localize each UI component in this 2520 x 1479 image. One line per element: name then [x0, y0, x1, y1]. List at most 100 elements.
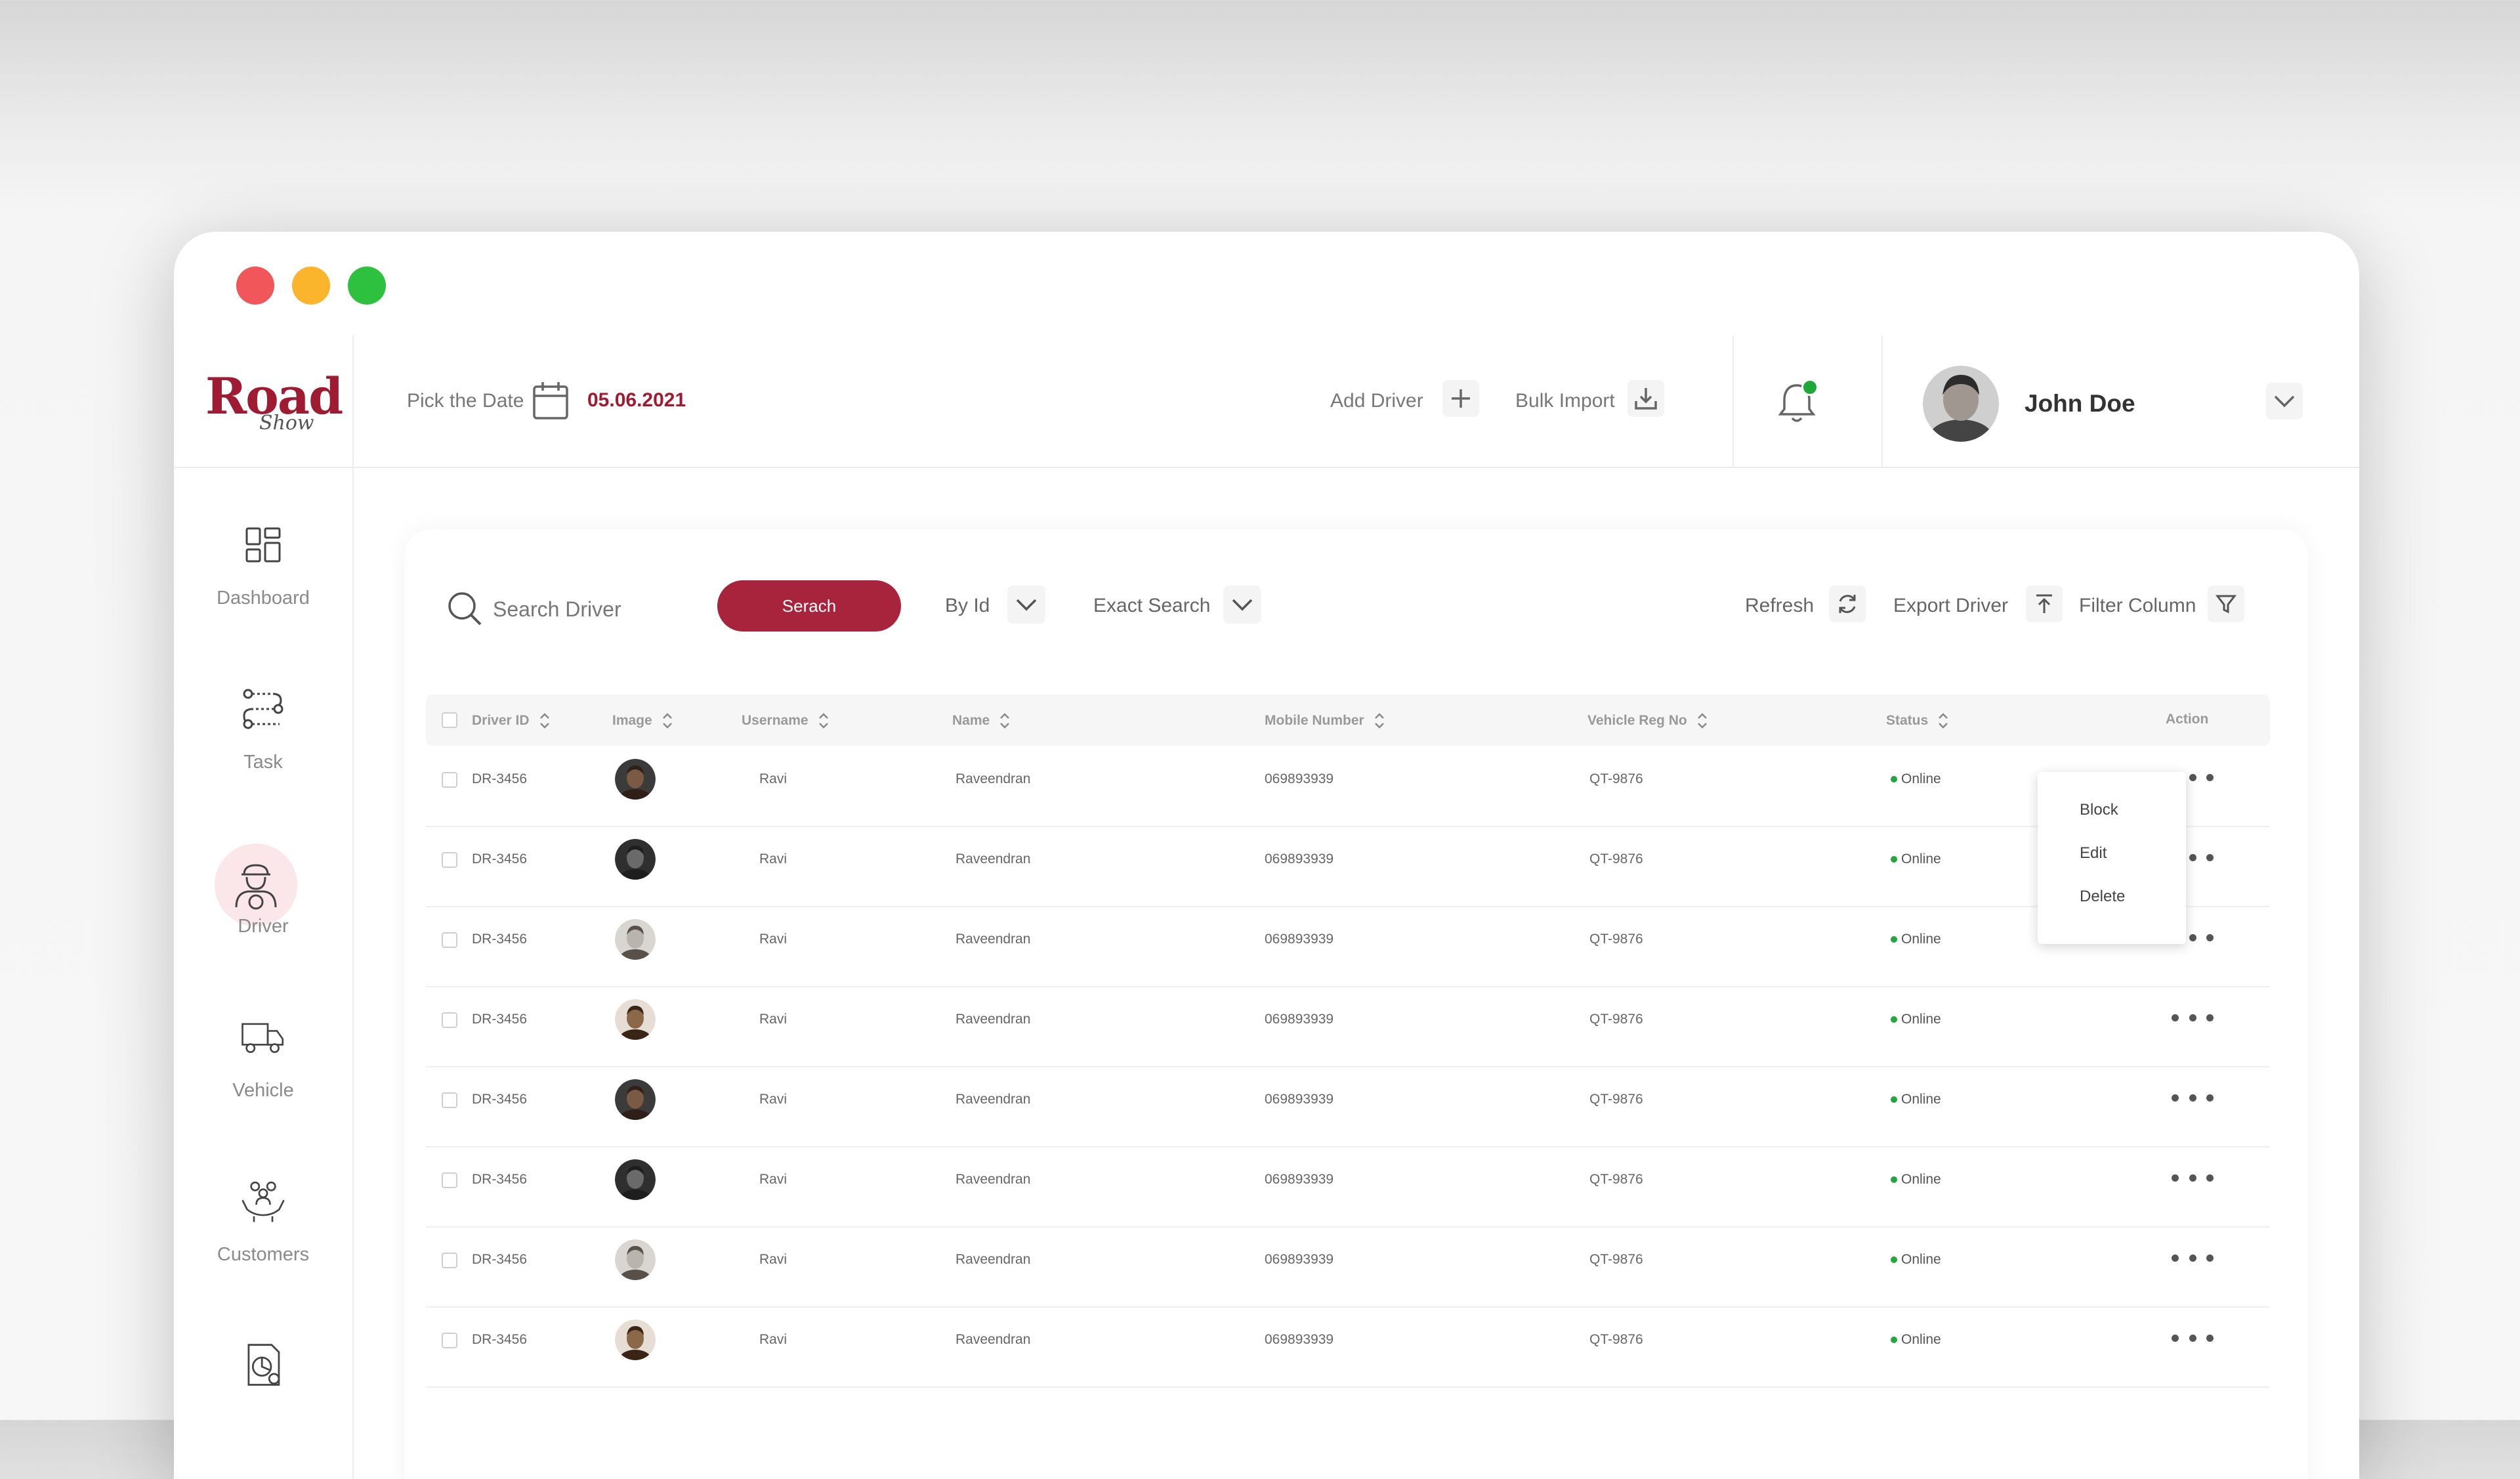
- chevron-down-icon: [2274, 395, 2295, 408]
- more-actions-button[interactable]: [2172, 1004, 2214, 1031]
- status-badge: Online: [1891, 1012, 1941, 1027]
- table-row[interactable]: DR-3456 Ravi Raveendran 069893939 QT-9876 Onl…: [426, 1306, 2270, 1388]
- status-text: Online: [1901, 1332, 1941, 1347]
- more-dot-icon: [2172, 1334, 2179, 1342]
- more-actions-button[interactable]: [2172, 1245, 2214, 1271]
- filter-column-button[interactable]: [2208, 586, 2244, 622]
- table-row[interactable]: DR-3456 Ravi Raveendran 069893939 QT-9876 Onl…: [426, 746, 2270, 827]
- user-name[interactable]: John Doe: [2025, 390, 2135, 418]
- column-header-name[interactable]: Name: [952, 712, 1011, 730]
- online-status-dot-icon: [1891, 1016, 1897, 1023]
- driver-photo: [615, 839, 656, 880]
- sidebar-item-customers[interactable]: Customers: [174, 1178, 352, 1310]
- status-badge: Online: [1891, 1252, 1941, 1268]
- vehicle-reg-cell: QT-9876: [1589, 1092, 1643, 1107]
- more-actions-button[interactable]: [2172, 1165, 2214, 1191]
- sidebar-item-vehicle[interactable]: Vehicle: [174, 1014, 352, 1146]
- name-cell: Raveendran: [956, 1092, 1031, 1107]
- row-checkbox[interactable]: [442, 1253, 457, 1268]
- row-checkbox[interactable]: [442, 772, 457, 788]
- brand-logo-script: Show: [259, 412, 314, 435]
- by-id-label[interactable]: By Id: [945, 595, 990, 617]
- mobile-number-cell: 069893939: [1265, 1092, 1334, 1107]
- row-checkbox[interactable]: [442, 1092, 457, 1108]
- row-checkbox[interactable]: [442, 1333, 457, 1348]
- user-avatar[interactable]: [1923, 366, 1999, 442]
- sidebar-label-task: Task: [243, 752, 283, 773]
- by-id-dropdown[interactable]: [1007, 586, 1045, 624]
- column-title: Action: [2166, 712, 2209, 727]
- brand-logo[interactable]: Road Show: [205, 368, 343, 444]
- column-header-status[interactable]: Status: [1886, 712, 1949, 730]
- table-row[interactable]: DR-3456 Ravi Raveendran 069893939 QT-9876 Onl…: [426, 1146, 2270, 1228]
- edit-menu-item[interactable]: Edit: [2080, 844, 2107, 863]
- refresh-label[interactable]: Refresh: [1745, 595, 1814, 617]
- search-driver-input[interactable]: [492, 592, 691, 626]
- plus-icon: [1452, 389, 1470, 408]
- driver-id-cell: DR-3456: [472, 1252, 528, 1267]
- column-header-image[interactable]: Image: [612, 712, 673, 730]
- row-checkbox[interactable]: [442, 932, 457, 948]
- more-dot-icon: [2206, 1094, 2214, 1102]
- status-text: Online: [1901, 932, 1941, 947]
- column-header-vehicle-reg-no[interactable]: Vehicle Reg No: [1587, 712, 1708, 730]
- delete-menu-item[interactable]: Delete: [2080, 888, 2125, 906]
- filter-column-label[interactable]: Filter Column: [2079, 595, 2196, 617]
- more-dot-icon: [2189, 1094, 2196, 1102]
- table-row[interactable]: DR-3456 Ravi Raveendran 069893939 QT-9876 Onl…: [426, 826, 2270, 907]
- export-driver-label[interactable]: Export Driver: [1893, 595, 2008, 617]
- column-title: Name: [952, 713, 990, 728]
- row-checkbox[interactable]: [442, 1012, 457, 1028]
- sidebar-item-dashboard[interactable]: Dashboard: [174, 522, 352, 653]
- add-driver-label[interactable]: Add Driver: [1330, 390, 1423, 412]
- sidebar-item-driver[interactable]: Driver: [174, 844, 352, 981]
- online-status-dot-icon: [1891, 856, 1897, 863]
- status-badge: Online: [1891, 771, 1941, 787]
- name-cell: Raveendran: [956, 1172, 1031, 1187]
- more-dot-icon: [2189, 1174, 2196, 1182]
- column-header-username[interactable]: Username: [742, 712, 830, 730]
- row-action-menu: Block Edit Delete: [2038, 772, 2186, 944]
- bulk-import-button[interactable]: [1628, 380, 1664, 417]
- select-all-checkbox[interactable]: [442, 712, 457, 728]
- bulk-import-label[interactable]: Bulk Import: [1515, 390, 1615, 412]
- driver-photo: [615, 999, 656, 1040]
- minimize-window-button[interactable]: [292, 267, 330, 305]
- more-actions-button[interactable]: [2172, 1084, 2214, 1111]
- driver-id-cell: DR-3456: [472, 1012, 528, 1027]
- table-row[interactable]: DR-3456 Ravi Raveendran 069893939 QT-9876 Onl…: [426, 1066, 2270, 1147]
- mobile-number-cell: 069893939: [1265, 1332, 1334, 1347]
- status-badge: Online: [1891, 1172, 1941, 1188]
- calendar-icon[interactable]: [532, 380, 570, 421]
- username-cell: Ravi: [759, 1092, 788, 1107]
- block-menu-item[interactable]: Block: [2080, 801, 2118, 819]
- export-driver-button[interactable]: [2026, 586, 2063, 622]
- row-checkbox[interactable]: [442, 852, 457, 868]
- close-window-button[interactable]: [236, 267, 274, 305]
- sidebar-item-reports[interactable]: [174, 1342, 352, 1474]
- exact-search-label[interactable]: Exact Search: [1093, 595, 1210, 617]
- driver-photo: [615, 919, 656, 960]
- column-header-mobile-number[interactable]: Mobile Number: [1265, 712, 1385, 730]
- exact-search-dropdown[interactable]: [1223, 586, 1261, 624]
- notification-badge: [1801, 379, 1818, 396]
- status-badge: Online: [1891, 851, 1941, 867]
- row-checkbox[interactable]: [442, 1172, 457, 1188]
- maximize-window-button[interactable]: [348, 267, 386, 305]
- sort-icon: [539, 713, 549, 729]
- refresh-button[interactable]: [1829, 586, 1866, 622]
- search-button[interactable]: Serach: [717, 580, 901, 632]
- more-actions-button[interactable]: [2172, 1325, 2214, 1351]
- table-row[interactable]: DR-3456 Ravi Raveendran 069893939 QT-9876 Onl…: [426, 1226, 2270, 1308]
- pick-date-label: Pick the Date: [407, 390, 524, 412]
- selected-date[interactable]: 05.06.2021: [587, 389, 686, 412]
- sidebar-item-task[interactable]: Task: [174, 686, 352, 817]
- table-row[interactable]: DR-3456 Ravi Raveendran 069893939 QT-9876 Onl…: [426, 906, 2270, 987]
- online-status-dot-icon: [1891, 1096, 1897, 1103]
- name-cell: Raveendran: [956, 932, 1031, 947]
- user-menu-toggle[interactable]: [2266, 383, 2303, 419]
- add-driver-button[interactable]: [1442, 380, 1479, 417]
- column-header-driver-id[interactable]: Driver ID: [472, 712, 551, 730]
- table-row[interactable]: DR-3456 Ravi Raveendran 069893939 QT-9876 Onl…: [426, 986, 2270, 1067]
- name-cell: Raveendran: [956, 851, 1031, 867]
